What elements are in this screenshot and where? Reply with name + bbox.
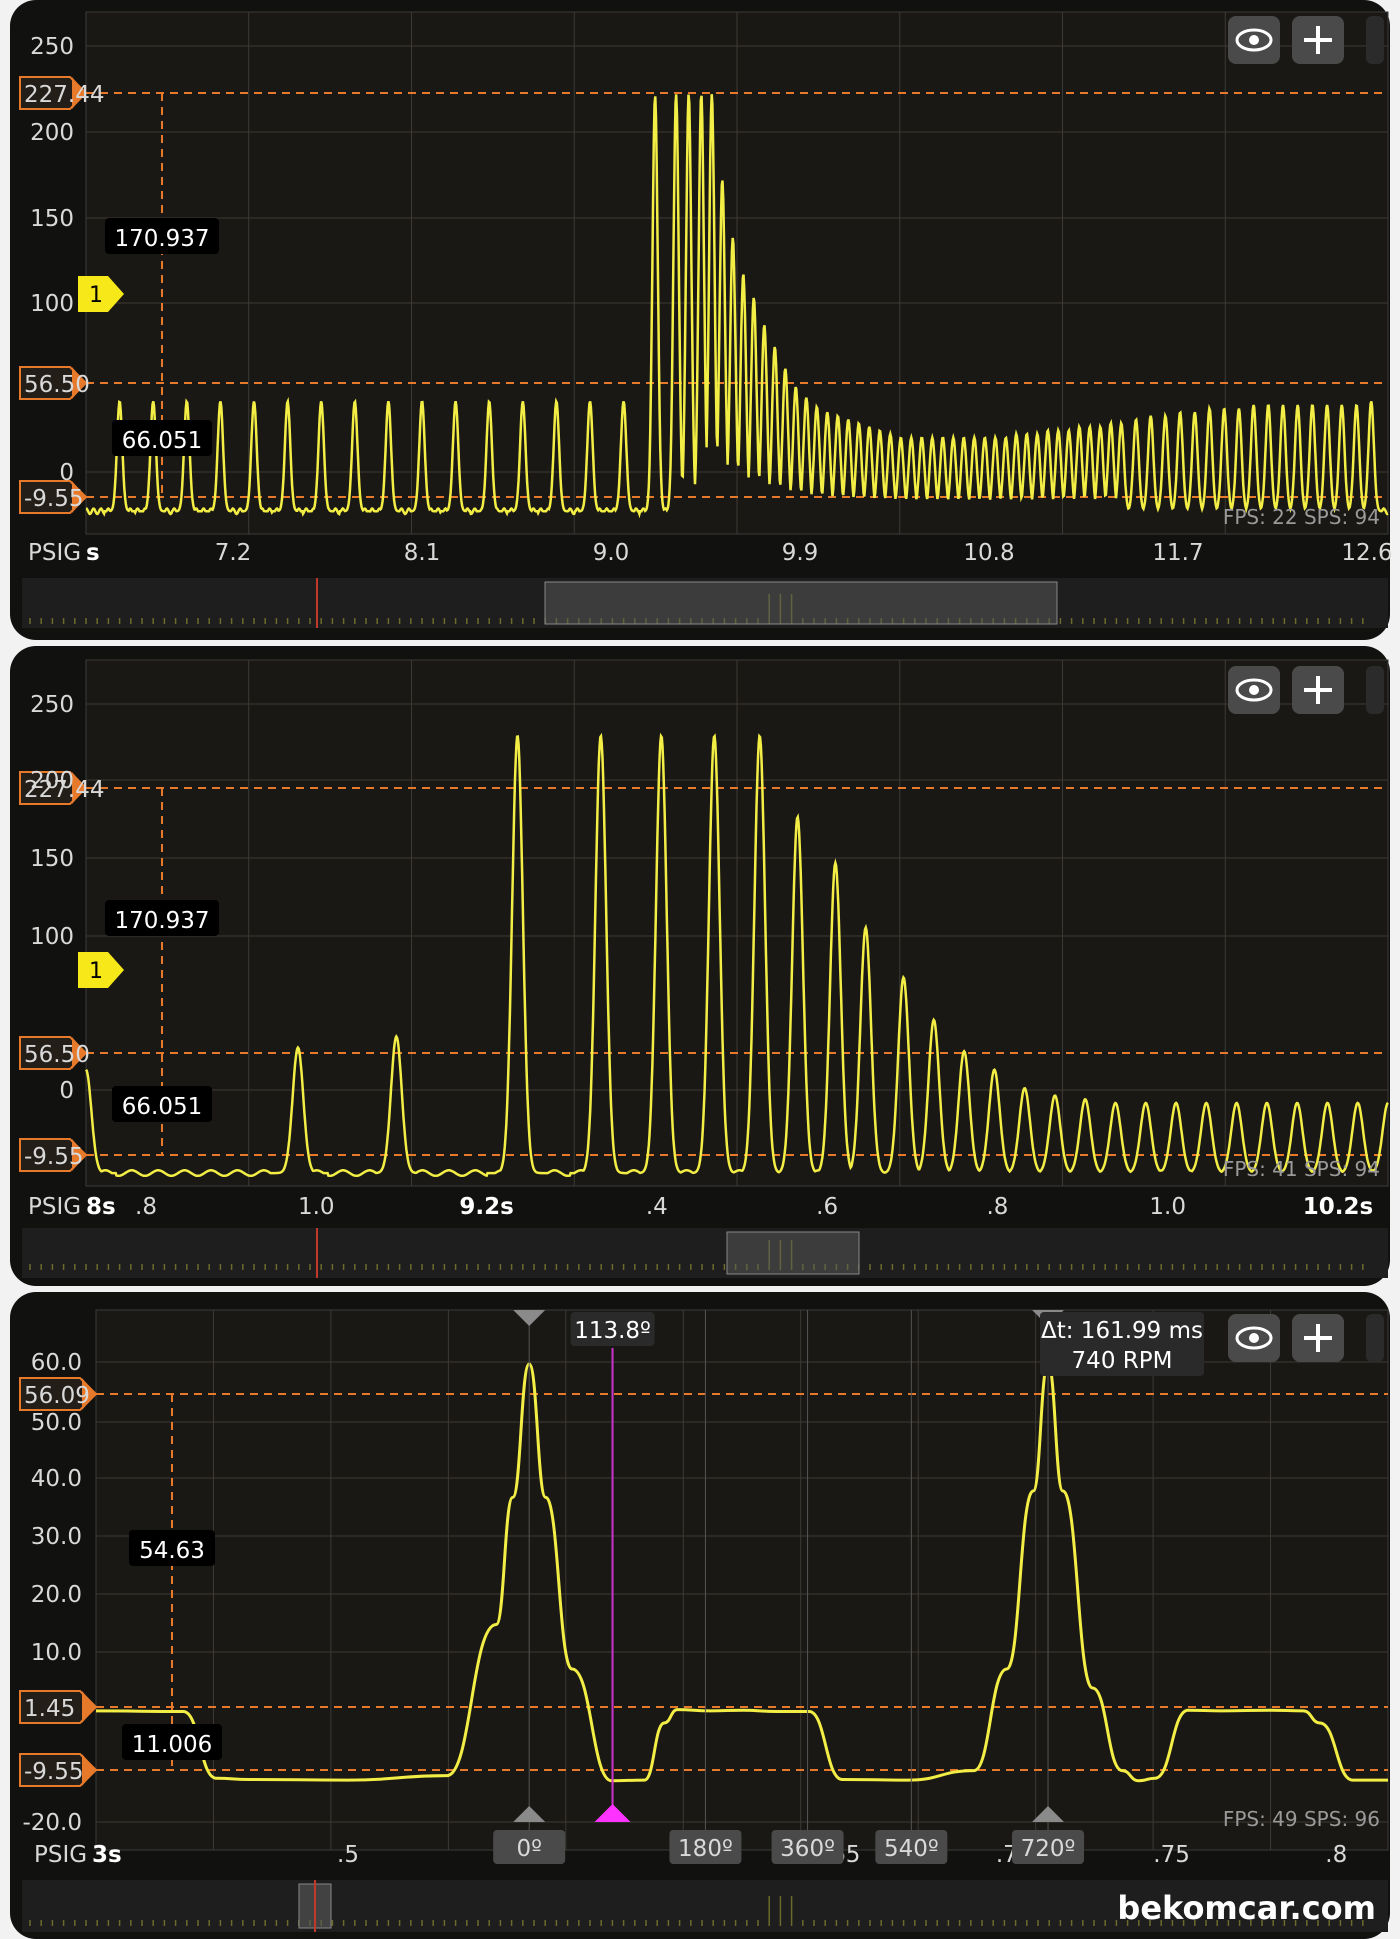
x-tick-label: .5: [337, 1842, 359, 1868]
cursor-readout-value: 54.63: [139, 1538, 205, 1564]
add-channel-button[interactable]: [1292, 16, 1344, 64]
unit-label: PSIG: [28, 540, 81, 566]
time-unit-label: s: [86, 540, 100, 566]
mid-cursor-value: 1.45: [24, 1696, 75, 1722]
rpm-readout: 740 RPM: [1072, 1348, 1173, 1374]
screenshot-collage: 227.44 -9.55 56.50 250 200 150 100 0 7.2 8.1 9.0 9…: [0, 0, 1400, 1939]
add-channel-button[interactable]: [1292, 1314, 1344, 1362]
lower-cursor-value: -9.55: [24, 486, 84, 512]
site-watermark: bekomcar.com: [1117, 1889, 1376, 1927]
y-tick-label: 250: [30, 692, 74, 718]
plus-icon: [1304, 26, 1332, 54]
timeline-viewport[interactable]: [544, 581, 1058, 625]
eye-toggle-button[interactable]: [1228, 666, 1280, 714]
x-tick-label: .6: [816, 1194, 838, 1220]
x-tick-label: 9.2s: [459, 1194, 513, 1220]
x-tick-label: 10.8: [963, 540, 1014, 566]
x-tick-label: .8: [135, 1194, 157, 1220]
y-tick-label: 40.0: [31, 1466, 82, 1492]
y-tick-label: 50.0: [31, 1410, 82, 1436]
x-tick-label: .8: [1325, 1842, 1347, 1868]
x-tick-label: 8.1: [404, 540, 441, 566]
cursor-readout-value: 170.937: [114, 908, 209, 934]
timeline-viewport[interactable]: [726, 1231, 860, 1275]
delta-time-readout: Δt: 161.99 ms: [1041, 1318, 1203, 1344]
cursor-readout-value: 66.051: [122, 1094, 202, 1120]
upper-cursor-value: 227.44: [24, 82, 104, 108]
y-tick-label: 250: [30, 34, 74, 60]
x-tick-label: 12.6: [1341, 540, 1392, 566]
status-fps-sps: FPS: 22 SPS: 94: [1223, 505, 1380, 529]
phase-marker-label: 360º: [780, 1836, 835, 1862]
unit-label: PSIG: [34, 1842, 87, 1868]
cursor-readout-value: 66.051: [122, 428, 202, 454]
y-tick-label: 150: [30, 846, 74, 872]
y-tick-label: 200: [30, 768, 74, 794]
y-tick-label: 150: [30, 206, 74, 232]
mid-cursor-value: 56.50: [24, 372, 90, 398]
y-tick-label: 0: [59, 460, 74, 486]
panel-drag-handle[interactable]: [1366, 16, 1384, 64]
panel-drag-handle[interactable]: [1366, 666, 1384, 714]
status-fps-sps: FPS: 41 SPS: 94: [1223, 1157, 1380, 1181]
cursor-readout-value: 11.006: [132, 1732, 212, 1758]
x-tick-label: 11.7: [1152, 540, 1203, 566]
unit-label: PSIG: [28, 1194, 81, 1220]
x-tick-label: 1.0: [298, 1194, 335, 1220]
eye-toggle-button[interactable]: [1228, 16, 1280, 64]
y-tick-label: 10.0: [31, 1640, 82, 1666]
eye-icon: [1235, 678, 1273, 702]
y-tick-label: 200: [30, 120, 74, 146]
trigger-marker-label: 1: [89, 283, 103, 308]
plus-icon: [1304, 676, 1332, 704]
x-tick-label: .4: [646, 1194, 668, 1220]
eye-toggle-button[interactable]: [1228, 1314, 1280, 1362]
chart-panel-zoomed: 227.44 -9.55 56.50 250 200 150 100 0.8 1.0 9.2s.…: [0, 646, 1400, 1286]
chart-panel-overview: 227.44 -9.55 56.50 250 200 150 100 0 7.2 8.1 9.0 9…: [0, 0, 1400, 640]
time-unit-label: 3s: [92, 1842, 122, 1868]
waveform-plot[interactable]: 227.44 -9.55 56.50 250 200 150 100 0 7.2 8.1 9.0 9…: [0, 0, 1400, 640]
add-channel-button[interactable]: [1292, 666, 1344, 714]
lower-cursor-value: -9.55: [24, 1759, 84, 1785]
trigger-marker-label: 1: [89, 959, 103, 984]
x-tick-label: 10.2s: [1303, 1194, 1373, 1220]
phase-cursor-label: 113.8º: [574, 1318, 651, 1344]
eye-icon: [1235, 1326, 1273, 1350]
plus-icon: [1304, 1324, 1332, 1352]
mid-cursor-arrow: [82, 1691, 96, 1723]
y-tick-label: 60.0: [31, 1350, 82, 1376]
time-unit-label: 8s: [86, 1194, 116, 1220]
upper-cursor-value: 56.09: [24, 1383, 90, 1409]
lower-cursor-arrow: [82, 1754, 96, 1786]
panel-drag-handle[interactable]: [1366, 1314, 1384, 1362]
x-tick-label: .8: [986, 1194, 1008, 1220]
y-tick-label: 30.0: [31, 1524, 82, 1550]
waveform-plot[interactable]: 227.44-9.5556.50 2502001501000.8 1.0 9.2s.…: [0, 646, 1400, 1286]
y-tick-label: -20.0: [22, 1810, 82, 1836]
phase-marker-label: 540º: [884, 1836, 939, 1862]
waveform-plot[interactable]: 56.09 -9.55 1.45 60.0 50.0 40.0 30.0 20.0 10.0 -…: [0, 1292, 1400, 1939]
x-tick-label: 9.9: [782, 540, 819, 566]
chart-panel-phase: 56.09 -9.55 1.45 60.0 50.0 40.0 30.0 20.0 10.0 -…: [0, 1292, 1400, 1939]
status-fps-sps: FPS: 49 SPS: 96: [1223, 1807, 1380, 1831]
eye-icon: [1235, 28, 1273, 52]
y-tick-label: 100: [30, 924, 74, 950]
phase-marker-label: 720º: [1021, 1836, 1076, 1862]
x-tick-label: 7.2: [215, 540, 252, 566]
y-tick-label: 0: [59, 1078, 74, 1104]
x-tick-label: .75: [1153, 1842, 1190, 1868]
x-tick-label: 1.0: [1149, 1194, 1186, 1220]
mid-cursor-value: 56.50: [24, 1042, 90, 1068]
timeline-scroller[interactable]: [22, 1228, 1388, 1278]
phase-marker-label: 180º: [678, 1836, 733, 1862]
y-tick-label: 100: [30, 291, 74, 317]
lower-cursor-value: -9.55: [24, 1144, 84, 1170]
y-tick-label: 20.0: [31, 1582, 82, 1608]
x-tick-label: 9.0: [593, 540, 630, 566]
phase-marker-label: 0º: [516, 1836, 541, 1862]
cursor-readout-value: 170.937: [114, 226, 209, 252]
